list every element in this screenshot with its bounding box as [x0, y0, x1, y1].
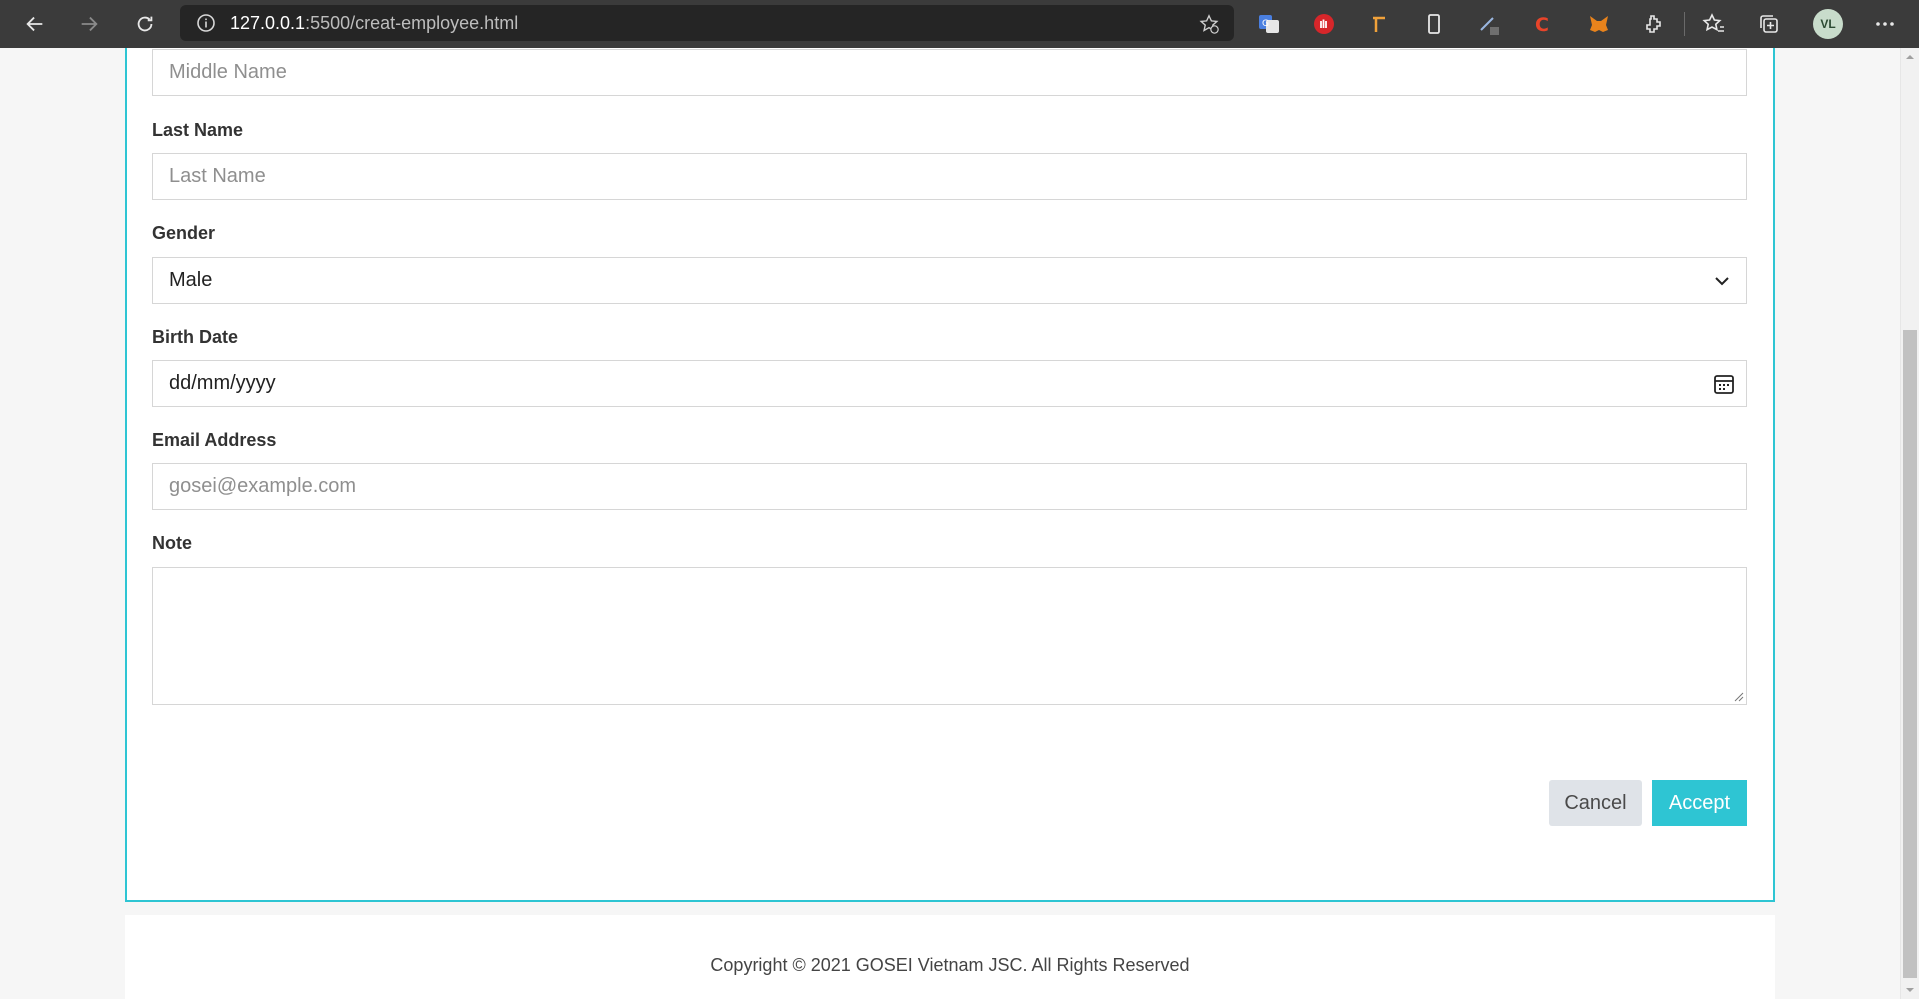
cancel-button[interactable]: Cancel	[1549, 780, 1642, 826]
metamask-extension-icon[interactable]	[1586, 11, 1612, 37]
collections-icon[interactable]	[1756, 11, 1782, 37]
toolbar-divider	[1684, 12, 1685, 36]
profile-avatar[interactable]: VL	[1813, 9, 1843, 39]
back-icon[interactable]	[12, 1, 58, 47]
c-extension-icon[interactable]: C	[1531, 11, 1557, 37]
calendar-icon[interactable]	[1712, 372, 1736, 396]
url-path: :5500/creat-employee.html	[305, 12, 519, 33]
last-name-input[interactable]: Last Name	[152, 153, 1747, 200]
vertical-scrollbar[interactable]	[1900, 48, 1919, 999]
add-favorite-icon[interactable]	[1198, 13, 1220, 35]
adblock-extension-icon[interactable]	[1311, 11, 1337, 37]
device-extension-icon[interactable]	[1421, 11, 1447, 37]
more-menu-icon[interactable]	[1872, 11, 1898, 37]
copyright-text: Copyright © 2021 GOSEI Vietnam JSC. All …	[710, 955, 1190, 975]
hammer-extension-icon[interactable]	[1366, 11, 1392, 37]
birth-date-input[interactable]: dd/mm/yyyy	[152, 360, 1747, 407]
svg-text:G: G	[1262, 19, 1269, 29]
gender-select[interactable]: Male	[152, 257, 1747, 304]
svg-text:C: C	[1535, 14, 1549, 36]
gender-value: Male	[169, 269, 213, 291]
resize-grip-icon[interactable]	[1732, 690, 1744, 702]
info-icon[interactable]	[196, 13, 216, 33]
browser-toolbar: 127.0.0.1:5500/creat-employee.html G C V…	[0, 0, 1919, 48]
address-bar[interactable]: 127.0.0.1:5500/creat-employee.html	[180, 5, 1234, 41]
last-name-label: Last Name	[152, 120, 244, 140]
extensions-icon[interactable]	[1641, 11, 1667, 37]
email-label: Email Address	[152, 430, 277, 450]
favorites-icon[interactable]	[1701, 11, 1727, 37]
pen-extension-icon[interactable]	[1476, 11, 1502, 37]
note-label: Note	[152, 533, 192, 553]
scroll-thumb[interactable]	[1903, 330, 1917, 978]
reload-icon[interactable]	[122, 1, 168, 47]
url-text: 127.0.0.1:5500/creat-employee.html	[230, 13, 518, 34]
gender-label: Gender	[152, 223, 216, 243]
birth-date-label: Birth Date	[152, 327, 239, 347]
forward-icon[interactable]	[66, 1, 112, 47]
birth-date-value: dd/mm/yyyy	[169, 372, 276, 394]
scroll-down-icon[interactable]	[1905, 985, 1915, 995]
email-input[interactable]: gosei@example.com	[152, 463, 1747, 510]
footer: Copyright © 2021 GOSEI Vietnam JSC. All …	[125, 915, 1775, 999]
chevron-down-icon	[1715, 277, 1729, 286]
page-content: Middle Name Last Name Last Name Gender M…	[0, 48, 1900, 999]
scroll-up-icon[interactable]	[1905, 52, 1915, 62]
translate-extension-icon[interactable]: G	[1256, 11, 1282, 37]
note-textarea[interactable]	[152, 567, 1747, 705]
url-host: 127.0.0.1	[230, 12, 306, 33]
middle-name-input[interactable]: Middle Name	[152, 49, 1747, 96]
accept-button[interactable]: Accept	[1652, 780, 1747, 826]
